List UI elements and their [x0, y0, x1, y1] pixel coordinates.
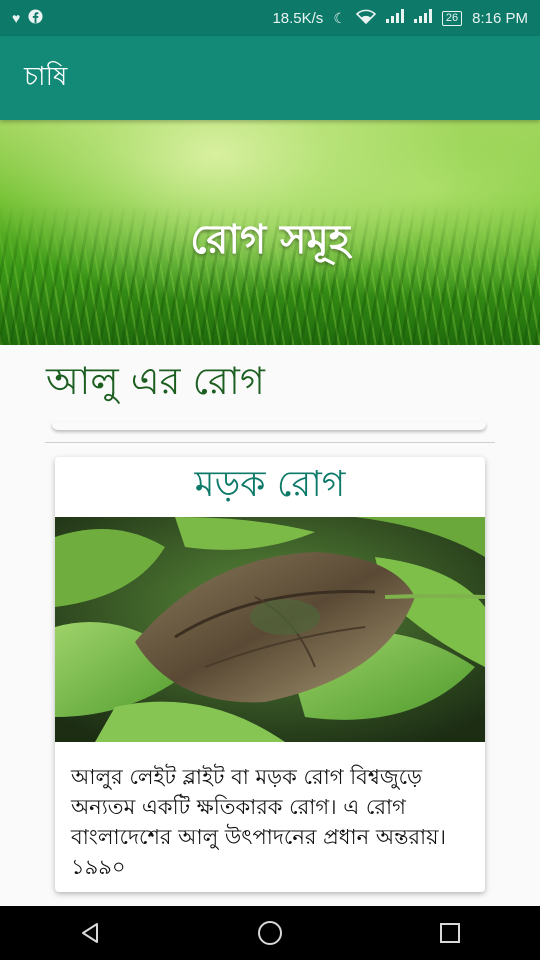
clock: 8:16 PM: [472, 9, 528, 27]
facebook-icon: [28, 8, 43, 28]
back-icon[interactable]: [60, 906, 120, 960]
section-title: আলু এর রোগ: [46, 359, 265, 403]
signal-icon: [413, 9, 432, 27]
battery-icon: 26: [441, 10, 463, 26]
disease-title: মড়ক রোগ: [194, 464, 346, 505]
navigation-bar: [0, 906, 540, 960]
wifi-icon: [355, 9, 377, 28]
status-bar: ♥ 18.5K/s ☾ 26 8:16 PM: [0, 0, 540, 36]
moon-icon: ☾: [333, 10, 346, 26]
home-icon[interactable]: [240, 906, 300, 960]
disease-card[interactable]: মড়ক রোগ আলুর লেইট ব্লাইট বা মড়ক রোগ বি…: [55, 457, 485, 892]
disease-leaf-image: [55, 517, 485, 742]
disease-description: আলুর লেইট ব্লাইট বা মড়ক রোগ বিশ্বজুড়ে …: [71, 765, 447, 879]
heart-pulse-icon: ♥: [12, 10, 21, 26]
net-speed: 18.5K/s: [272, 9, 324, 27]
hero-banner: রোগ সমূহ: [0, 120, 540, 345]
app-title: চাষি: [24, 62, 68, 92]
recents-icon[interactable]: [420, 906, 480, 960]
section-underline: [52, 422, 486, 430]
hero-heading: রোগ সমূহ: [190, 217, 350, 263]
signal-icon: [385, 9, 404, 27]
divider: [45, 442, 495, 443]
app-toolbar: চাষি: [0, 36, 540, 120]
